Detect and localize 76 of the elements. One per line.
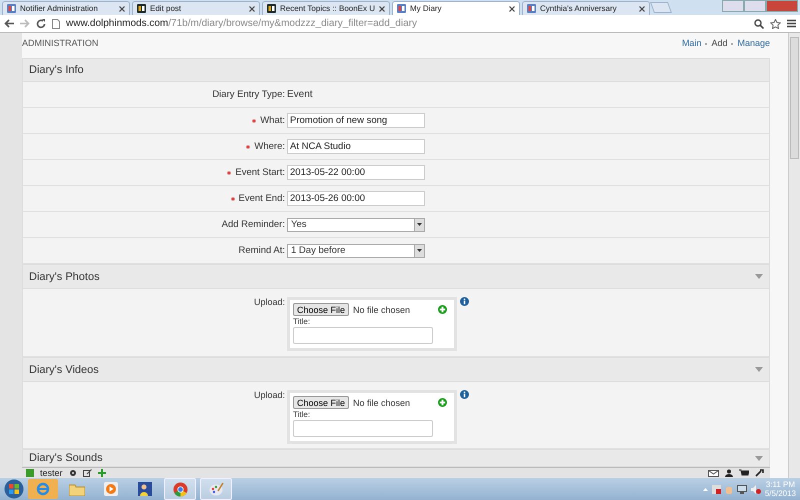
field-label: Remind At: [238,245,285,256]
field-label: Where: [254,141,285,152]
section-title: Diary's Sounds [29,452,103,464]
file-status: No file chosen [353,398,410,408]
info-icon[interactable] [460,297,469,306]
file-status: No file chosen [353,304,410,314]
cart-icon[interactable] [739,469,749,477]
browser-tab[interactable]: Cynthia's Anniversary [522,1,650,15]
input-field[interactable]: Promotion of new song [287,113,425,128]
choose-file-button[interactable]: Choose File [293,303,350,316]
page-heading: ADMINISTRATION [22,38,98,50]
dropdown-arrow-icon[interactable] [417,249,422,252]
input-field[interactable] [293,327,433,344]
section-title: Diary's Photos [29,270,100,282]
close-icon[interactable] [639,6,645,12]
required-icon [230,197,235,201]
field-label: What: [260,115,285,126]
speaker-icon[interactable] [750,484,761,494]
username[interactable]: tester [40,468,63,478]
network-icon[interactable] [736,484,747,494]
page-icon [397,4,406,13]
chrome-icon[interactable] [164,478,196,500]
section-title: Diary's Info [29,64,84,76]
nav-link[interactable]: Add [711,38,728,48]
input-field[interactable]: 2013-05-22 00:00 [287,165,425,180]
browser-tab[interactable]: My Diary [392,1,520,15]
required-icon [252,119,256,123]
gear-icon[interactable] [68,469,77,477]
page-icon [267,4,276,13]
page-icon [52,18,60,28]
close-icon[interactable] [379,6,386,12]
field-value: Event [287,89,313,100]
add-icon[interactable] [438,398,448,407]
field-label: Title: [293,410,312,419]
start-button[interactable] [4,479,24,499]
paint-icon[interactable] [200,478,232,500]
field-label: Event Start: [235,167,285,178]
browser-tab[interactable]: Notifier Administration [2,1,130,15]
nav-link[interactable]: Main [682,38,702,48]
person-icon[interactable] [725,469,733,477]
close-icon[interactable] [509,6,515,12]
input-field[interactable] [293,420,433,437]
close-icon[interactable] [249,6,255,12]
select-field[interactable]: Yes [287,218,425,232]
required-icon [246,145,250,149]
menu-icon[interactable] [787,19,796,28]
field-label: Upload: [252,390,286,402]
back-icon[interactable] [4,19,14,28]
reload-icon[interactable] [36,18,46,28]
field-label: Add Reminder: [222,219,285,230]
field-label: Upload: [252,297,286,309]
mail-icon[interactable] [708,470,719,476]
browser-tab[interactable]: Edit post [132,1,260,15]
choose-file-button[interactable]: Choose File [293,396,350,409]
dropdown-arrow-icon[interactable] [417,223,422,226]
info-icon[interactable] [460,390,469,399]
star-icon[interactable] [770,18,781,28]
edit-icon[interactable] [82,469,92,477]
close-icon[interactable] [119,6,125,12]
field-label: Diary Entry Type: [212,89,285,100]
field-label: Title: [293,317,312,326]
nav-link[interactable]: Manage [737,38,770,48]
scrollbar[interactable] [788,33,800,478]
section-title: Diary's Videos [29,364,99,376]
input-field[interactable]: 2013-05-26 00:00 [287,191,425,206]
plus-icon[interactable] [98,469,106,477]
add-icon[interactable] [438,305,448,314]
page-icon [7,4,16,13]
field-label: Event End: [238,193,285,204]
required-icon [227,171,232,175]
page-icon [137,4,146,13]
zoom-icon[interactable] [754,18,764,28]
select-field[interactable]: 1 Day before [287,244,425,258]
browser-tab[interactable]: Recent Topics :: BoonEx U [262,1,390,15]
input-field[interactable]: At NCA Studio [287,139,425,154]
page-icon [527,4,536,13]
